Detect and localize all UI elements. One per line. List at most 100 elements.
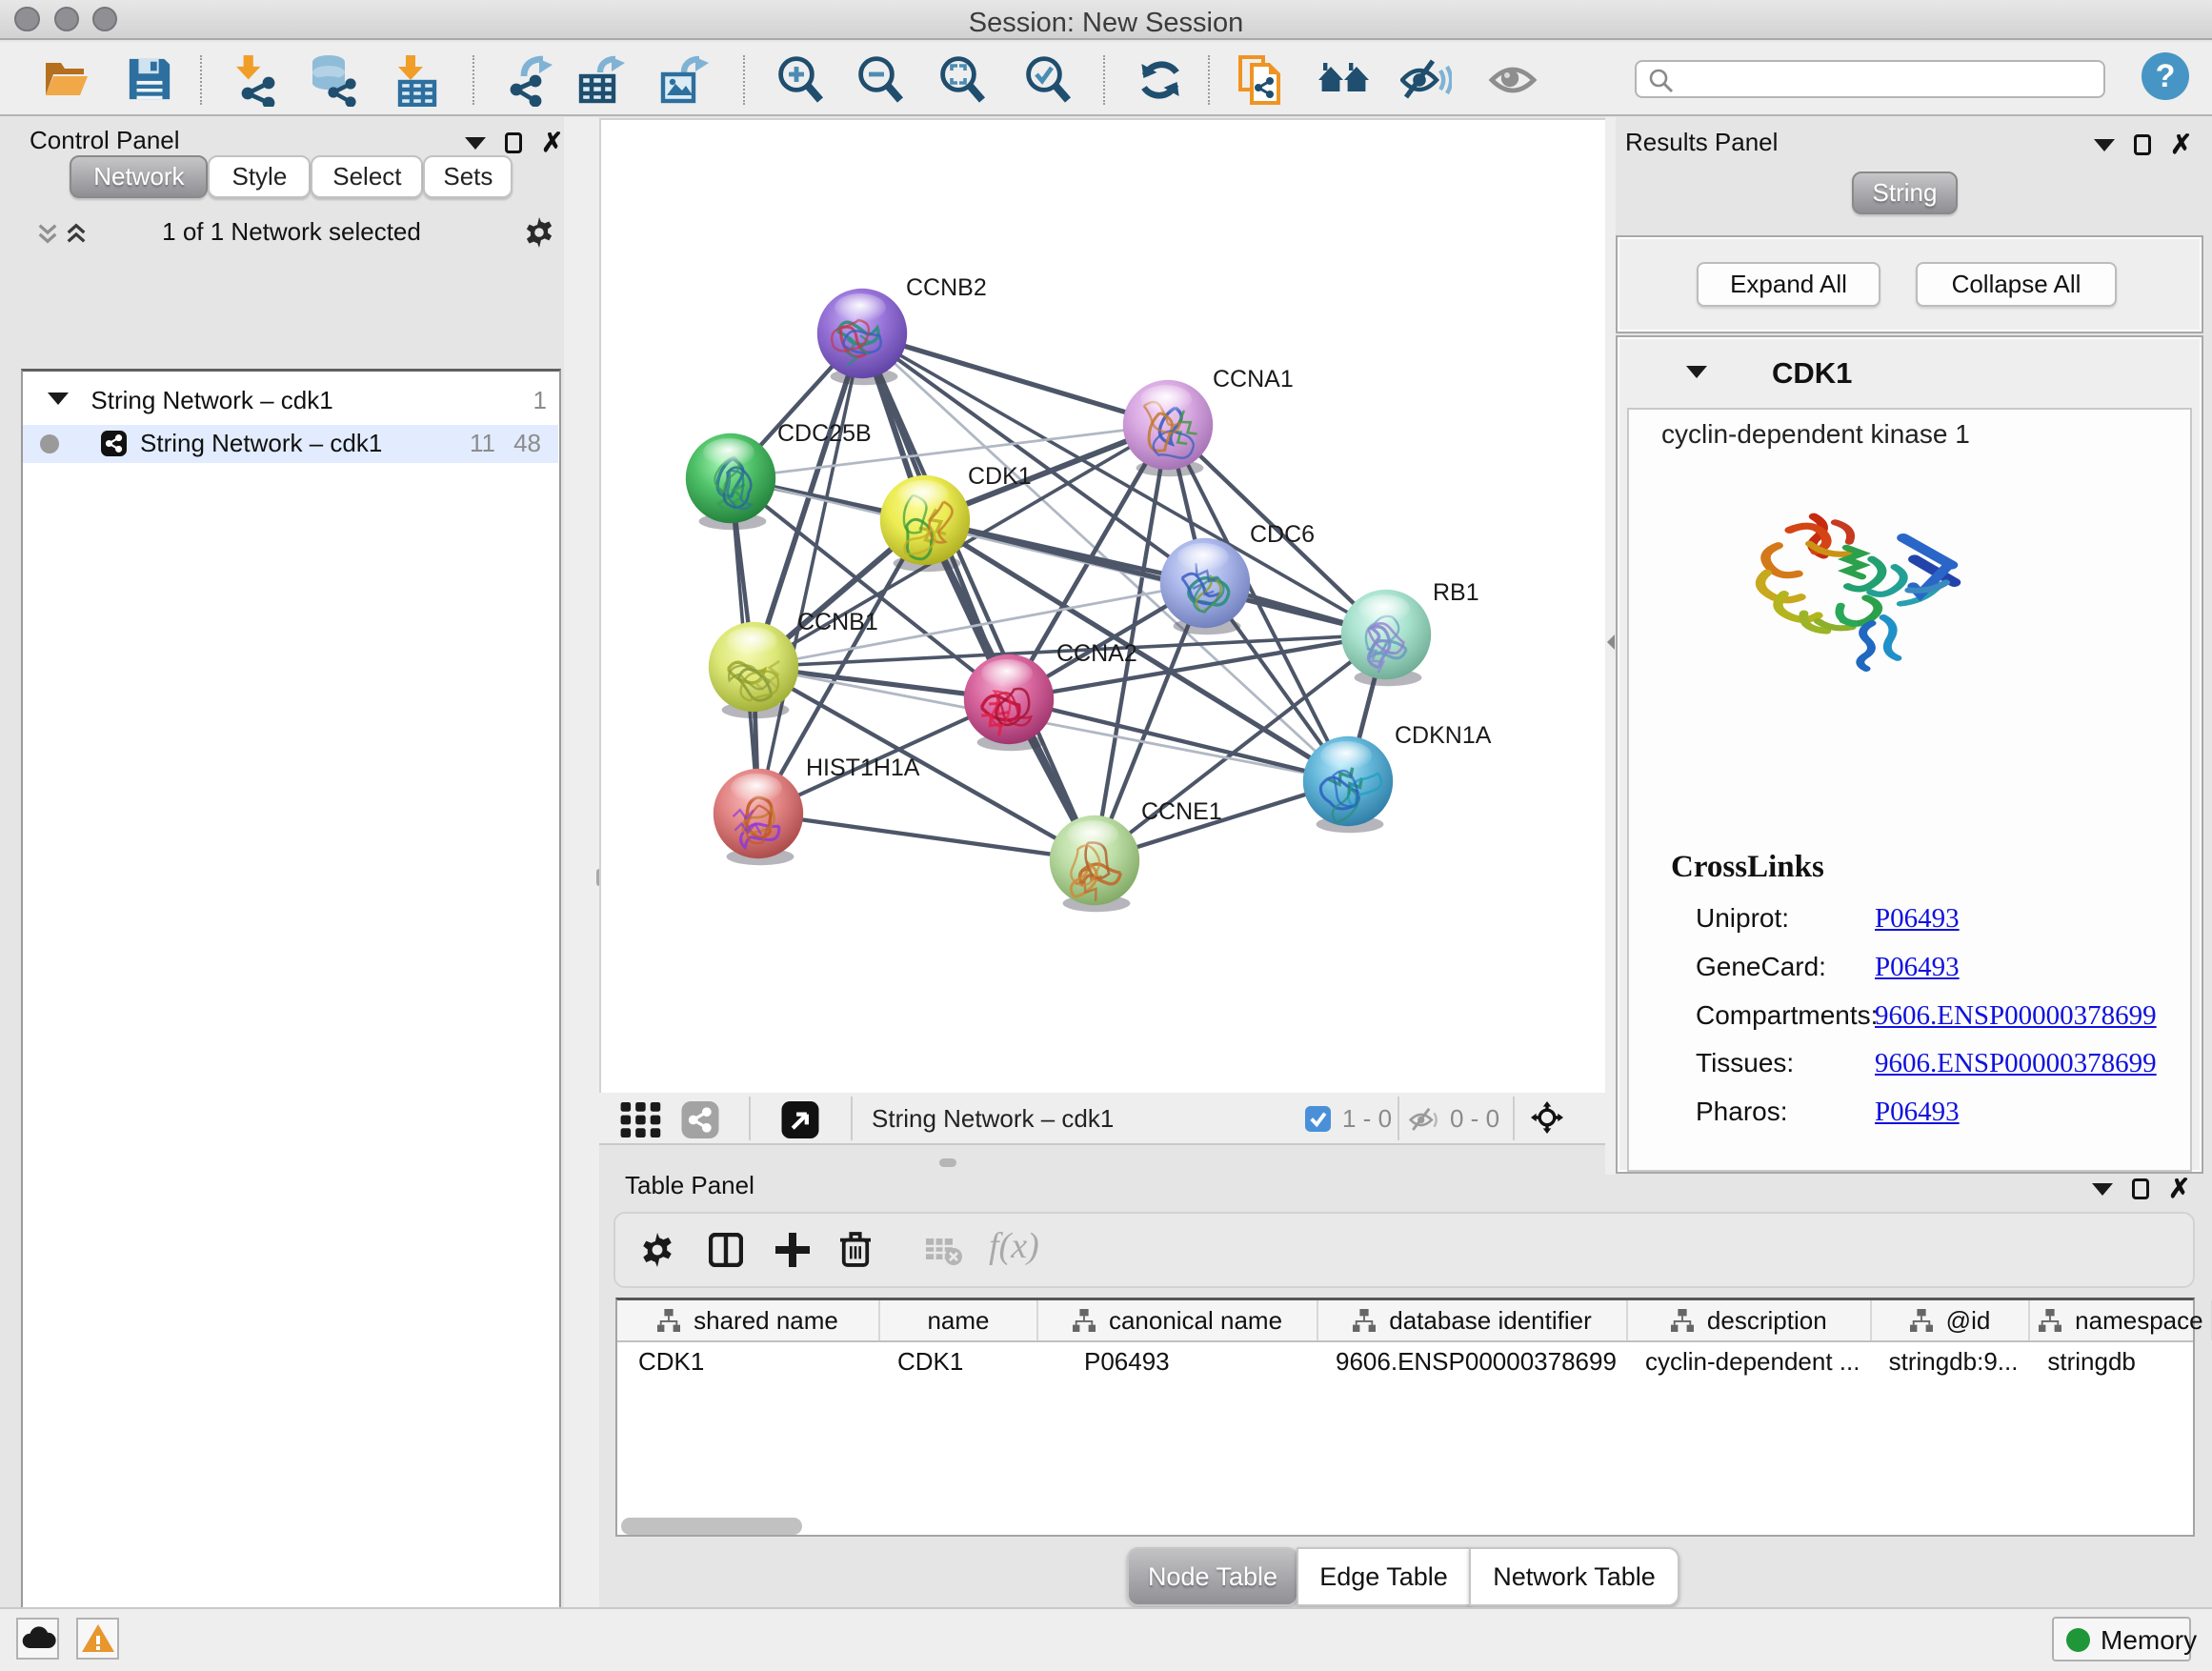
fit-content-crosshair-icon[interactable] bbox=[1531, 1101, 1563, 1134]
table-gear-icon[interactable] bbox=[640, 1233, 674, 1267]
node-CDC25B[interactable]: CDC25B bbox=[686, 420, 872, 530]
import-network-from-database-button[interactable] bbox=[309, 55, 358, 105]
table-row[interactable]: CDK1 CDK1 P06493 9606.ENSP00000378699 cyclin… bbox=[617, 1343, 2193, 1385]
crosslink-value[interactable]: 9606.ENSP00000378699 bbox=[1875, 1000, 2157, 1032]
export-image-button[interactable] bbox=[657, 55, 707, 105]
collection-expand-icon[interactable] bbox=[48, 393, 69, 405]
expand-all-button[interactable]: Expand All bbox=[1697, 262, 1880, 307]
network-row-selected[interactable]: String Network – cdk1 11 48 bbox=[23, 425, 558, 463]
delete-column-icon[interactable] bbox=[840, 1231, 871, 1267]
node-label-CCNB2: CCNB2 bbox=[906, 274, 987, 301]
node-CDKN1A[interactable]: CDKN1A bbox=[1303, 722, 1492, 833]
memory-button[interactable]: Memory bbox=[2052, 1617, 2191, 1661]
tab-node-table[interactable]: Node Table bbox=[1127, 1547, 1298, 1606]
search-input[interactable] bbox=[1635, 60, 2105, 98]
edge-CCNB2-CCNE1[interactable] bbox=[862, 333, 1095, 860]
node-RB1[interactable]: RB1 bbox=[1341, 579, 1479, 686]
close-table-icon[interactable]: ✗ bbox=[2168, 1178, 2190, 1200]
node-HIST1H1A[interactable]: HIST1H1A bbox=[714, 755, 920, 865]
import-network-button[interactable] bbox=[232, 55, 282, 105]
hide-show-button[interactable] bbox=[1400, 55, 1450, 105]
selected-checkbox-icon[interactable] bbox=[1305, 1106, 1331, 1132]
crosslink-value[interactable]: 9606.ENSP00000378699 bbox=[1875, 1048, 2157, 1079]
crosslink-value[interactable]: P06493 bbox=[1875, 952, 1960, 983]
column-header-database-identifier[interactable]: database identifier bbox=[1318, 1300, 1628, 1340]
cell-2[interactable]: P06493 bbox=[1084, 1347, 1170, 1377]
zoom-selected-button[interactable] bbox=[1023, 55, 1073, 105]
warning-status-button[interactable] bbox=[76, 1618, 119, 1660]
hidden-eye-icon[interactable] bbox=[1408, 1106, 1440, 1134]
column-header-description[interactable]: description bbox=[1628, 1300, 1872, 1340]
column-header-shared-name[interactable]: shared name bbox=[617, 1300, 880, 1340]
edge-CCNB2-CCNA1[interactable] bbox=[862, 333, 1168, 425]
control-panel-title: Control Panel bbox=[30, 126, 180, 155]
cell-4[interactable]: cyclin-dependent ... bbox=[1645, 1347, 1860, 1377]
control-panel-window-icons: ✗ bbox=[465, 131, 563, 154]
collapse-all-button[interactable]: Collapse All bbox=[1916, 262, 2117, 307]
float-panel-icon[interactable] bbox=[465, 137, 486, 150]
open-file-button[interactable] bbox=[42, 55, 91, 105]
column-label: description bbox=[1707, 1306, 1827, 1336]
import-table-button[interactable] bbox=[392, 55, 442, 105]
network-node-count: 11 bbox=[470, 429, 495, 458]
scrollbar-thumb[interactable] bbox=[621, 1518, 802, 1535]
show-columns-icon[interactable] bbox=[709, 1233, 743, 1267]
network-view-icon[interactable] bbox=[681, 1101, 719, 1138]
export-network-button[interactable] bbox=[503, 55, 553, 105]
zoom-fit-button[interactable] bbox=[937, 55, 987, 105]
show-eye-button[interactable] bbox=[1488, 55, 1538, 105]
tab-string[interactable]: String bbox=[1852, 171, 1958, 214]
node-CDC6[interactable]: CDC6 bbox=[1160, 521, 1315, 634]
network-canvas[interactable]: CCNB2CCNA1CDC25BCDK1CDC6RB1CCNB1CCNA2CDK… bbox=[599, 118, 1605, 1093]
edge-HIST1H1A-CCNE1[interactable] bbox=[758, 814, 1095, 860]
node-label-HIST1H1A: HIST1H1A bbox=[806, 755, 920, 781]
column-header-name[interactable]: name bbox=[880, 1300, 1038, 1340]
gene-header-row[interactable]: CDK1 bbox=[1618, 337, 2202, 408]
undock-panel-icon[interactable] bbox=[505, 132, 522, 153]
crosslink-value[interactable]: P06493 bbox=[1875, 903, 1960, 935]
cell-6[interactable]: stringdb bbox=[2047, 1347, 2136, 1377]
network-collection-row[interactable]: String Network – cdk1 1 bbox=[23, 379, 558, 425]
node-CCNB1[interactable]: CCNB1 bbox=[709, 609, 878, 718]
zoom-out-button[interactable] bbox=[855, 55, 905, 105]
tab-edge-table[interactable]: Edge Table bbox=[1297, 1547, 1471, 1606]
float-results-icon[interactable] bbox=[2094, 139, 2115, 151]
tab-network[interactable]: Network bbox=[70, 155, 208, 198]
cell-0[interactable]: CDK1 bbox=[638, 1347, 704, 1377]
network-options-gear-icon[interactable] bbox=[524, 217, 554, 248]
add-column-icon[interactable] bbox=[775, 1233, 810, 1267]
edge-CDK1-RB1[interactable] bbox=[925, 520, 1386, 634]
right-splitter-handle[interactable] bbox=[1607, 634, 1615, 650]
export-view-icon[interactable] bbox=[781, 1101, 819, 1138]
copy-network-button[interactable] bbox=[1237, 55, 1286, 105]
column-header-@id[interactable]: @id bbox=[1872, 1300, 2031, 1340]
home-networks-button[interactable] bbox=[1318, 55, 1368, 105]
float-table-icon[interactable] bbox=[2092, 1183, 2113, 1196]
grid-view-icon[interactable] bbox=[620, 1102, 662, 1137]
close-panel-icon[interactable]: ✗ bbox=[541, 131, 563, 154]
tab-select[interactable]: Select bbox=[311, 155, 423, 198]
cloud-status-button[interactable] bbox=[16, 1618, 59, 1660]
network-name: String Network – cdk1 bbox=[140, 429, 382, 458]
refresh-button[interactable] bbox=[1136, 55, 1185, 105]
tab-network-table[interactable]: Network Table bbox=[1469, 1547, 1679, 1606]
crosslink-value[interactable]: P06493 bbox=[1875, 1097, 1960, 1128]
cell-1[interactable]: CDK1 bbox=[897, 1347, 963, 1377]
help-button[interactable]: ? bbox=[2142, 52, 2189, 100]
network-view-title: String Network – cdk1 bbox=[872, 1104, 1114, 1134]
column-header-canonical-name[interactable]: canonical name bbox=[1038, 1300, 1318, 1340]
edge-CCNB2-HIST1H1A[interactable] bbox=[758, 333, 862, 814]
export-table-button[interactable] bbox=[575, 55, 625, 105]
tab-sets[interactable]: Sets bbox=[423, 155, 513, 198]
gene-collapse-icon[interactable] bbox=[1686, 366, 1707, 378]
close-results-icon[interactable]: ✗ bbox=[2170, 133, 2192, 156]
node-CCNA1[interactable]: CCNA1 bbox=[1123, 366, 1294, 476]
zoom-in-button[interactable] bbox=[775, 55, 825, 105]
cell-5[interactable]: stringdb:9... bbox=[1889, 1347, 2019, 1377]
undock-table-icon[interactable] bbox=[2132, 1178, 2149, 1199]
save-session-button[interactable] bbox=[126, 55, 175, 105]
column-header-namespace[interactable]: namespace bbox=[2030, 1300, 2212, 1340]
cell-3[interactable]: 9606.ENSP00000378699 bbox=[1336, 1347, 1617, 1377]
tab-style[interactable]: Style bbox=[208, 155, 311, 198]
undock-results-icon[interactable] bbox=[2134, 134, 2151, 155]
